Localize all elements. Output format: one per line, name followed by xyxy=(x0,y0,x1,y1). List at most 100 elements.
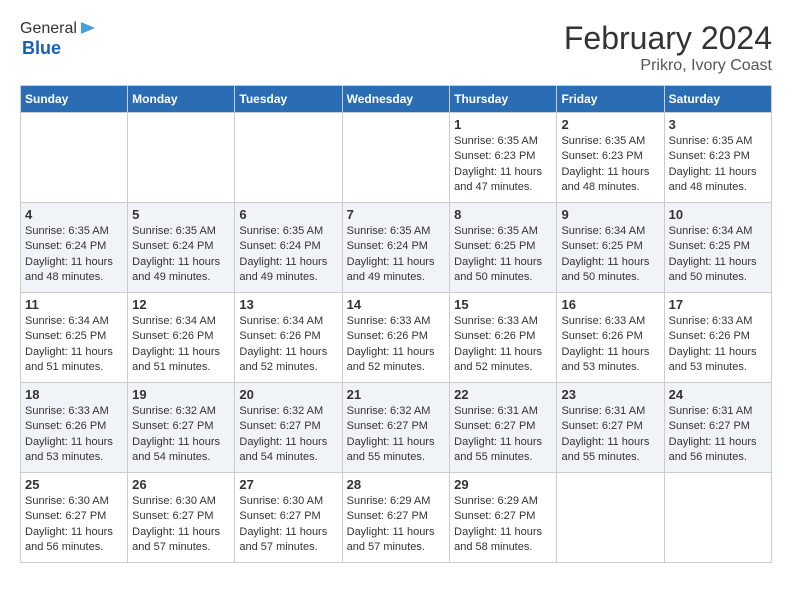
day-info: Sunrise: 6:32 AM Sunset: 6:27 PM Dayligh… xyxy=(132,404,230,466)
day-number: 19 xyxy=(132,387,230,402)
day-info: Sunrise: 6:35 AM Sunset: 6:24 PM Dayligh… xyxy=(239,224,337,286)
day-info: Sunrise: 6:35 AM Sunset: 6:25 PM Dayligh… xyxy=(454,224,552,286)
calendar-table: SundayMondayTuesdayWednesdayThursdayFrid… xyxy=(20,85,772,563)
day-info: Sunrise: 6:29 AM Sunset: 6:27 PM Dayligh… xyxy=(454,494,552,556)
day-info: Sunrise: 6:35 AM Sunset: 6:23 PM Dayligh… xyxy=(669,134,767,196)
day-number: 9 xyxy=(561,207,659,222)
calendar-cell xyxy=(664,473,771,563)
day-number: 20 xyxy=(239,387,337,402)
day-number: 21 xyxy=(347,387,446,402)
day-number: 6 xyxy=(239,207,337,222)
calendar-cell: 8 Sunrise: 6:35 AM Sunset: 6:25 PM Daylig… xyxy=(450,203,557,293)
day-info: Sunrise: 6:32 AM Sunset: 6:27 PM Dayligh… xyxy=(239,404,337,466)
day-info: Sunrise: 6:34 AM Sunset: 6:25 PM Dayligh… xyxy=(669,224,767,286)
day-number: 24 xyxy=(669,387,767,402)
calendar-cell: 21 Sunrise: 6:32 AM Sunset: 6:27 PM Dayli… xyxy=(342,383,450,473)
logo-blue: Blue xyxy=(22,38,97,59)
day-info: Sunrise: 6:29 AM Sunset: 6:27 PM Dayligh… xyxy=(347,494,446,556)
calendar-cell: 20 Sunrise: 6:32 AM Sunset: 6:27 PM Dayli… xyxy=(235,383,342,473)
day-info: Sunrise: 6:31 AM Sunset: 6:27 PM Dayligh… xyxy=(454,404,552,466)
day-info: Sunrise: 6:33 AM Sunset: 6:26 PM Dayligh… xyxy=(561,314,659,376)
calendar-cell: 13 Sunrise: 6:34 AM Sunset: 6:26 PM Dayli… xyxy=(235,293,342,383)
day-number: 22 xyxy=(454,387,552,402)
calendar-cell: 25 Sunrise: 6:30 AM Sunset: 6:27 PM Dayli… xyxy=(21,473,128,563)
day-info: Sunrise: 6:35 AM Sunset: 6:24 PM Dayligh… xyxy=(25,224,123,286)
day-info: Sunrise: 6:33 AM Sunset: 6:26 PM Dayligh… xyxy=(669,314,767,376)
day-number: 14 xyxy=(347,297,446,312)
day-number: 29 xyxy=(454,477,552,492)
day-number: 23 xyxy=(561,387,659,402)
day-number: 11 xyxy=(25,297,123,312)
day-info: Sunrise: 6:35 AM Sunset: 6:23 PM Dayligh… xyxy=(561,134,659,196)
day-info: Sunrise: 6:30 AM Sunset: 6:27 PM Dayligh… xyxy=(132,494,230,556)
week-row: 4 Sunrise: 6:35 AM Sunset: 6:24 PM Daylig… xyxy=(21,203,772,293)
day-number: 17 xyxy=(669,297,767,312)
calendar-cell: 6 Sunrise: 6:35 AM Sunset: 6:24 PM Daylig… xyxy=(235,203,342,293)
day-number: 8 xyxy=(454,207,552,222)
col-header-tuesday: Tuesday xyxy=(235,86,342,113)
col-header-saturday: Saturday xyxy=(664,86,771,113)
day-number: 13 xyxy=(239,297,337,312)
day-number: 10 xyxy=(669,207,767,222)
calendar-cell: 14 Sunrise: 6:33 AM Sunset: 6:26 PM Dayli… xyxy=(342,293,450,383)
col-header-wednesday: Wednesday xyxy=(342,86,450,113)
day-info: Sunrise: 6:35 AM Sunset: 6:24 PM Dayligh… xyxy=(132,224,230,286)
col-header-friday: Friday xyxy=(557,86,664,113)
day-number: 12 xyxy=(132,297,230,312)
week-row: 11 Sunrise: 6:34 AM Sunset: 6:25 PM Dayli… xyxy=(21,293,772,383)
calendar-cell: 5 Sunrise: 6:35 AM Sunset: 6:24 PM Daylig… xyxy=(128,203,235,293)
week-row: 1 Sunrise: 6:35 AM Sunset: 6:23 PM Daylig… xyxy=(21,113,772,203)
calendar-cell: 3 Sunrise: 6:35 AM Sunset: 6:23 PM Daylig… xyxy=(664,113,771,203)
calendar-cell: 17 Sunrise: 6:33 AM Sunset: 6:26 PM Dayli… xyxy=(664,293,771,383)
calendar-cell: 12 Sunrise: 6:34 AM Sunset: 6:26 PM Dayli… xyxy=(128,293,235,383)
day-number: 16 xyxy=(561,297,659,312)
day-number: 5 xyxy=(132,207,230,222)
logo: General Blue xyxy=(20,20,97,59)
calendar-cell: 4 Sunrise: 6:35 AM Sunset: 6:24 PM Daylig… xyxy=(21,203,128,293)
col-header-thursday: Thursday xyxy=(450,86,557,113)
day-number: 28 xyxy=(347,477,446,492)
calendar-cell: 28 Sunrise: 6:29 AM Sunset: 6:27 PM Dayli… xyxy=(342,473,450,563)
calendar-cell xyxy=(342,113,450,203)
day-info: Sunrise: 6:31 AM Sunset: 6:27 PM Dayligh… xyxy=(561,404,659,466)
calendar-cell: 19 Sunrise: 6:32 AM Sunset: 6:27 PM Dayli… xyxy=(128,383,235,473)
day-info: Sunrise: 6:34 AM Sunset: 6:25 PM Dayligh… xyxy=(25,314,123,376)
page-title: February 2024 xyxy=(564,20,772,57)
day-number: 1 xyxy=(454,117,552,132)
day-info: Sunrise: 6:34 AM Sunset: 6:26 PM Dayligh… xyxy=(132,314,230,376)
calendar-cell xyxy=(128,113,235,203)
calendar-cell xyxy=(21,113,128,203)
day-info: Sunrise: 6:35 AM Sunset: 6:23 PM Dayligh… xyxy=(454,134,552,196)
calendar-cell: 22 Sunrise: 6:31 AM Sunset: 6:27 PM Dayli… xyxy=(450,383,557,473)
calendar-cell: 23 Sunrise: 6:31 AM Sunset: 6:27 PM Dayli… xyxy=(557,383,664,473)
calendar-cell: 1 Sunrise: 6:35 AM Sunset: 6:23 PM Daylig… xyxy=(450,113,557,203)
day-info: Sunrise: 6:33 AM Sunset: 6:26 PM Dayligh… xyxy=(25,404,123,466)
calendar-cell: 29 Sunrise: 6:29 AM Sunset: 6:27 PM Dayli… xyxy=(450,473,557,563)
day-info: Sunrise: 6:30 AM Sunset: 6:27 PM Dayligh… xyxy=(25,494,123,556)
day-number: 4 xyxy=(25,207,123,222)
calendar-cell: 27Sunrise: 6:30 AM Sunset: 6:27 PM Dayli… xyxy=(235,473,342,563)
page-header: General Blue February 2024 Prikro, Ivory… xyxy=(20,20,772,75)
week-row: 18Sunrise: 6:33 AM Sunset: 6:26 PM Dayli… xyxy=(21,383,772,473)
day-number: 3 xyxy=(669,117,767,132)
calendar-cell: 24 Sunrise: 6:31 AM Sunset: 6:27 PM Dayli… xyxy=(664,383,771,473)
page-subtitle: Prikro, Ivory Coast xyxy=(564,57,772,75)
calendar-cell xyxy=(235,113,342,203)
day-info: Sunrise: 6:33 AM Sunset: 6:26 PM Dayligh… xyxy=(454,314,552,376)
day-number: 25 xyxy=(25,477,123,492)
day-info: Sunrise: 6:33 AM Sunset: 6:26 PM Dayligh… xyxy=(347,314,446,376)
calendar-cell xyxy=(557,473,664,563)
day-info: Sunrise: 6:31 AM Sunset: 6:27 PM Dayligh… xyxy=(669,404,767,466)
day-number: 7 xyxy=(347,207,446,222)
calendar-cell: 15Sunrise: 6:33 AM Sunset: 6:26 PM Dayli… xyxy=(450,293,557,383)
calendar-cell: 11 Sunrise: 6:34 AM Sunset: 6:25 PM Dayli… xyxy=(21,293,128,383)
day-info: Sunrise: 6:32 AM Sunset: 6:27 PM Dayligh… xyxy=(347,404,446,466)
calendar-cell: 7 Sunrise: 6:35 AM Sunset: 6:24 PM Daylig… xyxy=(342,203,450,293)
calendar-cell: 10 Sunrise: 6:34 AM Sunset: 6:25 PM Dayli… xyxy=(664,203,771,293)
day-number: 26 xyxy=(132,477,230,492)
day-info: Sunrise: 6:34 AM Sunset: 6:26 PM Dayligh… xyxy=(239,314,337,376)
day-info: Sunrise: 6:35 AM Sunset: 6:24 PM Dayligh… xyxy=(347,224,446,286)
logo-general: General xyxy=(20,20,77,38)
calendar-cell: 2Sunrise: 6:35 AM Sunset: 6:23 PM Daylig… xyxy=(557,113,664,203)
day-number: 27 xyxy=(239,477,337,492)
